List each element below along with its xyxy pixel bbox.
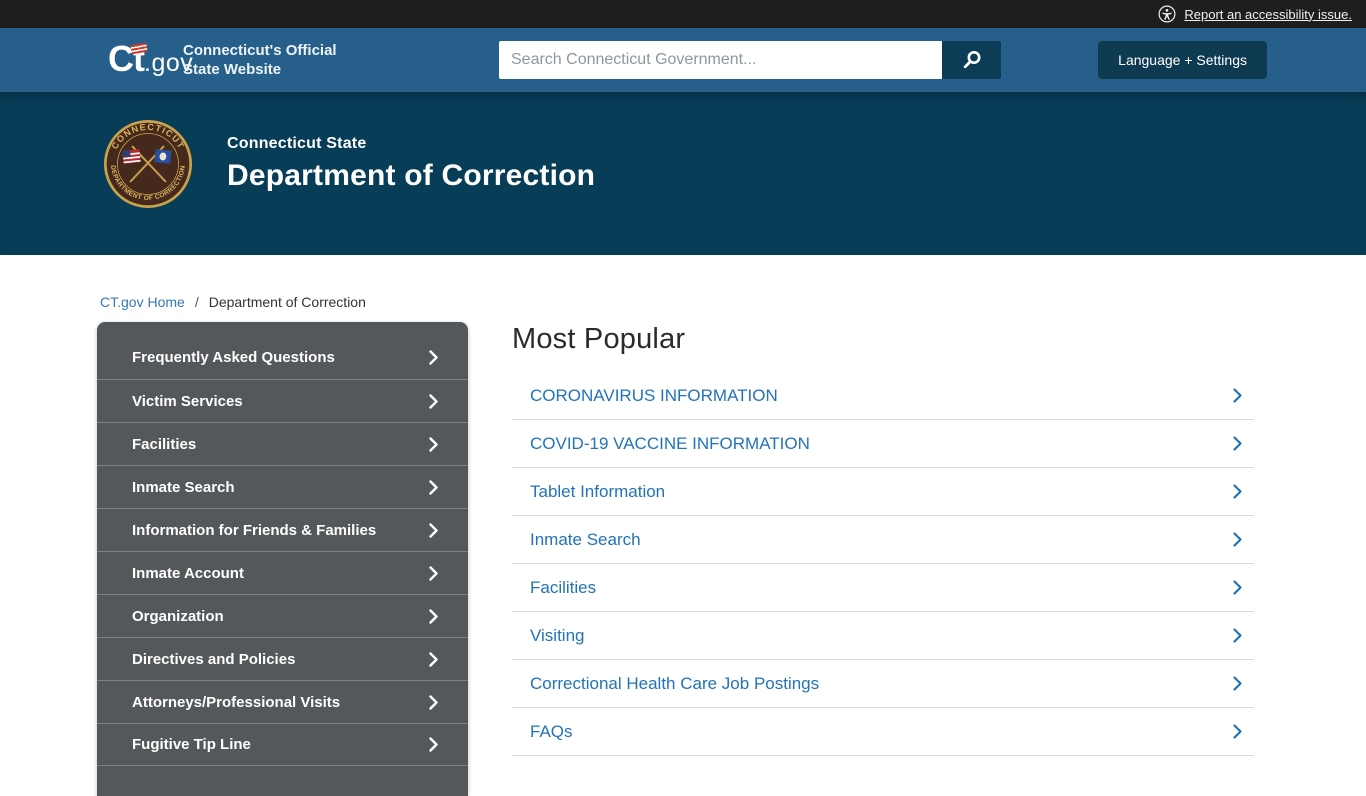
popular-link-label: COVID-19 VACCINE INFORMATION [530,434,810,454]
accessibility-icon [1158,5,1176,23]
page-title: Department of Correction [227,159,595,193]
sidebar-item-directives-and-policies[interactable]: Directives and Policies [97,637,468,680]
sidebar-item-label: Fugitive Tip Line [132,736,251,753]
popular-link-label: Inmate Search [530,530,641,550]
popular-link-correctional-health-care-job-postings[interactable]: Correctional Health Care Job Postings [512,660,1254,708]
chevron-right-icon [1233,628,1242,643]
sidebar-item-facilities[interactable]: Facilities [97,422,468,465]
site-header: Ct .gov Connecticut's Official State Web… [0,28,1366,92]
agency-pretitle: Connecticut State [227,135,595,153]
chevron-right-icon [1233,532,1242,547]
sidebar-item-frequently-asked-questions[interactable]: Frequently Asked Questions [97,336,468,379]
popular-link-covid19-vaccine-information[interactable]: COVID-19 VACCINE INFORMATION [512,420,1254,468]
most-popular-section: Most Popular CORONAVIRUS INFORMATION COV… [512,322,1254,756]
popular-link-coronavirus-information[interactable]: CORONAVIRUS INFORMATION [512,372,1254,420]
chevron-right-icon [1233,676,1242,691]
sidebar-item-fugitive-tip-line[interactable]: Fugitive Tip Line [97,723,468,766]
popular-link-visiting[interactable]: Visiting [512,612,1254,660]
ctgov-logo[interactable]: Ct .gov [108,37,193,81]
search-icon [961,49,983,71]
breadcrumb-separator: / [195,294,199,310]
popular-link-facilities[interactable]: Facilities [512,564,1254,612]
us-flag-icon [122,149,140,164]
connecticut-flag-icon [154,149,171,164]
popular-link-label: Tablet Information [530,482,665,502]
popular-link-inmate-search[interactable]: Inmate Search [512,516,1254,564]
sidebar-item-attorneys-professional-visits[interactable]: Attorneys/Professional Visits [97,680,468,723]
popular-link-faqs[interactable]: FAQs [512,708,1254,756]
chevron-right-icon [429,350,438,365]
popular-link-label: Correctional Health Care Job Postings [530,674,819,694]
sidebar-item-inmate-search[interactable]: Inmate Search [97,465,468,508]
popular-link-label: Visiting [530,626,585,646]
sidebar-item-label: Organization [132,608,224,625]
popular-link-label: Facilities [530,578,596,598]
chevron-right-icon [1233,388,1242,403]
sidebar-item-label: Directives and Policies [132,651,295,668]
chevron-right-icon [429,394,438,409]
chevron-right-icon [1233,580,1242,595]
chevron-right-icon [429,523,438,538]
sidebar-item-label: Inmate Account [132,565,244,582]
content-columns: Frequently Asked Questions Victim Servic… [0,322,1366,796]
chevron-right-icon [429,652,438,667]
agency-banner: CONNECTICUT DEPARTMENT OF CORRECTION Con… [0,92,1366,255]
sidebar-item-information-for-friends-families[interactable]: Information for Friends & Families [97,508,468,551]
site-search [499,41,1001,79]
sidebar-item-organization[interactable]: Organization [97,594,468,637]
sidebar-item-label: Inmate Search [132,479,235,496]
breadcrumb-current: Department of Correction [209,294,366,310]
chevron-right-icon [429,437,438,452]
sidebar-item-label: Frequently Asked Questions [132,349,335,366]
chevron-right-icon [1233,484,1242,499]
section-heading: Most Popular [512,322,1254,356]
sidebar-item-label: Facilities [132,436,196,453]
chevron-right-icon [429,609,438,624]
chevron-right-icon [1233,436,1242,451]
sidebar-item-label: Information for Friends & Families [132,522,376,539]
official-website-tagline: Connecticut's Official State Website [183,41,337,79]
popular-link-label: FAQs [530,722,573,742]
breadcrumb-home-link[interactable]: CT.gov Home [100,294,185,310]
sidebar-item-label: Victim Services [132,393,243,410]
report-accessibility-link[interactable]: Report an accessibility issue. [1184,7,1352,22]
tagline-line1: Connecticut's Official [183,41,337,60]
department-of-correction-seal: CONNECTICUT DEPARTMENT OF CORRECTION [103,119,193,209]
popular-link-tablet-information[interactable]: Tablet Information [512,468,1254,516]
search-input[interactable] [499,41,942,79]
tagline-line2: State Website [183,60,337,79]
sidebar-item-label: Attorneys/Professional Visits [132,694,340,711]
chevron-right-icon [1233,724,1242,739]
sidebar-item-victim-services[interactable]: Victim Services [97,379,468,422]
popular-link-label: CORONAVIRUS INFORMATION [530,386,778,406]
chevron-right-icon [429,695,438,710]
language-settings-button[interactable]: Language + Settings [1098,41,1267,79]
chevron-right-icon [429,480,438,495]
chevron-right-icon [429,737,438,752]
left-nav-panel: Frequently Asked Questions Victim Servic… [97,322,468,796]
sidebar-item-inmate-account[interactable]: Inmate Account [97,551,468,594]
search-button[interactable] [942,41,1001,79]
chevron-right-icon [429,566,438,581]
accessibility-bar: Report an accessibility issue. [0,0,1366,28]
breadcrumb: CT.gov Home / Department of Correction [0,255,1366,310]
